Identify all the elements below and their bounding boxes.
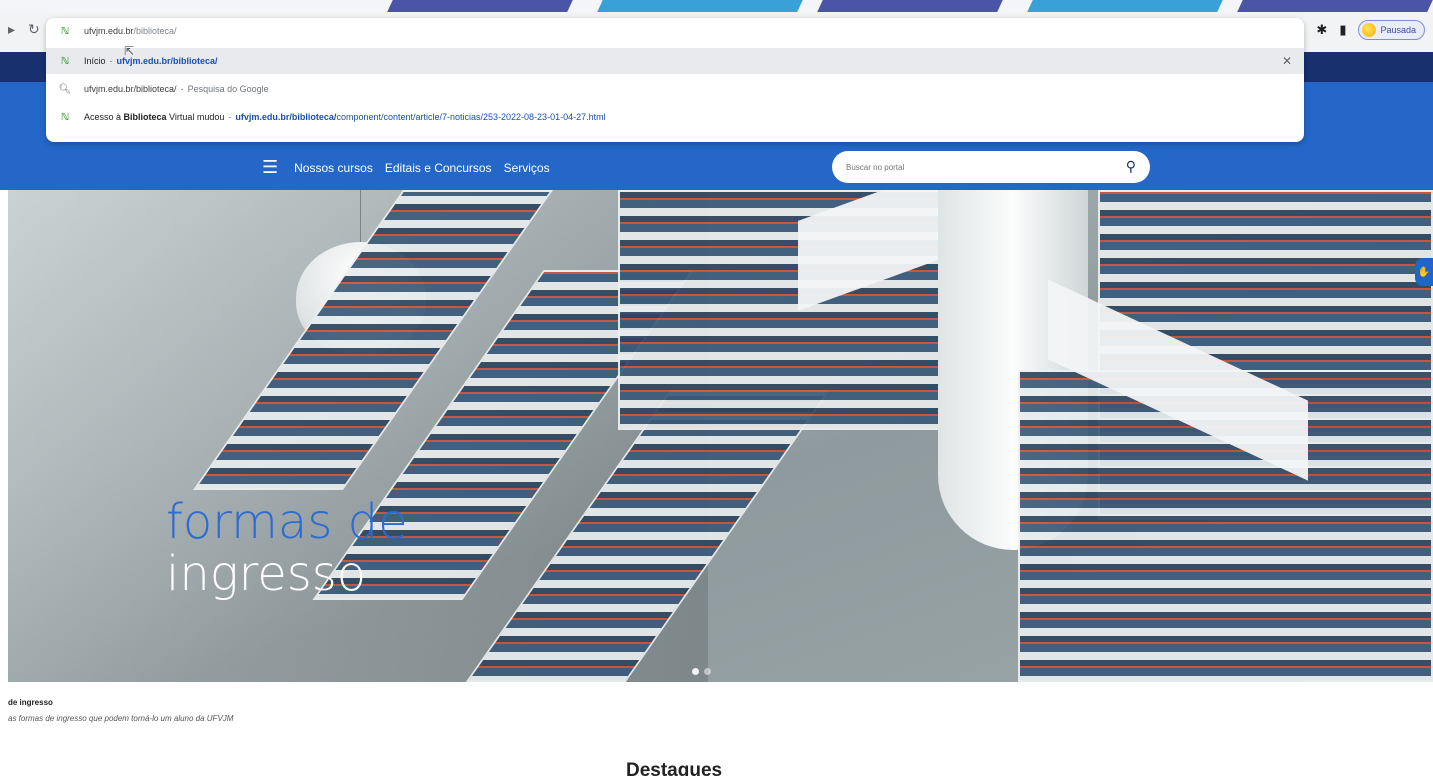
suggestion-row[interactable]: ℕ Início - ufvjm.edu.br/biblioteca/ ✕	[46, 48, 1304, 74]
carousel-dot[interactable]	[692, 668, 699, 675]
address-path: /biblioteca/	[133, 26, 177, 36]
search-icon[interactable]: ⚲	[1126, 159, 1136, 175]
reload-icon[interactable]: ↻	[28, 22, 40, 38]
section-heading: Destaques	[626, 760, 723, 776]
hamburger-menu-icon[interactable]: ☰	[262, 157, 278, 178]
extensions-icon[interactable]: ✱	[1316, 23, 1327, 38]
site-favicon-icon: ℕ	[60, 55, 70, 67]
accessibility-icon[interactable]: ✋	[1415, 258, 1433, 286]
suggestion-title-bold: Biblioteca	[123, 112, 167, 122]
suggestion-url-bold: ufvjm.edu.br/biblioteca/	[235, 112, 337, 122]
suggestion-title-pre: Acesso à	[84, 112, 124, 122]
suggestion-source: Pesquisa do Google	[187, 84, 269, 94]
suggestion-title-post: Virtual mudou	[166, 112, 225, 122]
remove-suggestion-icon[interactable]: ✕	[1282, 54, 1292, 68]
suggestion-separator: -	[180, 84, 184, 94]
profile-button[interactable]: Pausada	[1358, 20, 1425, 40]
site-favicon-icon: ℕ	[60, 25, 70, 37]
suggestion-title: Início	[84, 56, 106, 66]
decorative-top-strip	[0, 0, 1433, 12]
portal-search: ⚲	[832, 151, 1150, 183]
carousel-dot[interactable]	[704, 668, 711, 675]
hero-title-line2: ingresso	[166, 546, 367, 602]
carousel-dots	[692, 668, 711, 675]
omnibox-dropdown: ℕ ufvjm.edu.br/biblioteca/ ℕ Início - uf…	[46, 18, 1304, 142]
slide-caption-title: de ingresso	[8, 698, 53, 707]
main-menu: ☰ Nossos cursos Editais e Concursos Serv…	[262, 157, 550, 178]
suggestion-url-rest: component/content/article/7-noticias/253…	[336, 112, 606, 122]
search-input[interactable]	[846, 162, 1126, 172]
address-host: ufvjm.edu.br	[84, 26, 134, 36]
side-panel-icon[interactable]: ▮	[1339, 23, 1346, 38]
address-bar[interactable]: ℕ ufvjm.edu.br/biblioteca/	[46, 18, 1304, 44]
profile-label: Pausada	[1380, 25, 1416, 35]
suggestion-separator: -	[228, 112, 232, 122]
hero-banner[interactable]: formas de ingresso ✋	[8, 190, 1433, 682]
suggestion-separator: -	[109, 56, 113, 66]
suggestion-row[interactable]: 🔍︎ ufvjm.edu.br/biblioteca/ - Pesquisa d…	[46, 76, 1304, 102]
profile-avatar	[1362, 23, 1377, 37]
site-favicon-icon: ℕ	[60, 111, 70, 123]
mouse-pointer-icon: ⇱	[124, 44, 135, 58]
hero-title: formas de ingresso	[166, 496, 408, 600]
menu-item-nossos-cursos[interactable]: Nossos cursos	[294, 161, 373, 175]
menu-item-servicos[interactable]: Serviços	[504, 161, 550, 175]
page: ▸ ↻ ✱ ▮ Pausada ℕ ufvjm.edu.br/bibliotec…	[0, 0, 1433, 776]
toolbar-right: ✱ ▮ Pausada	[1316, 20, 1425, 40]
hero-title-line1: formas de	[166, 494, 408, 550]
suggestion-query: ufvjm.edu.br/biblioteca/	[84, 84, 177, 94]
lamp-wire	[360, 190, 361, 246]
search-icon: 🔍︎	[58, 83, 72, 95]
menu-item-editais-concursos[interactable]: Editais e Concursos	[385, 161, 492, 175]
suggestion-row[interactable]: ℕ Acesso à Biblioteca Virtual mudou - uf…	[46, 104, 1304, 130]
forward-icon[interactable]: ▸	[8, 22, 15, 38]
slide-caption-subtitle: as formas de ingresso que podem torná-lo…	[8, 714, 234, 723]
